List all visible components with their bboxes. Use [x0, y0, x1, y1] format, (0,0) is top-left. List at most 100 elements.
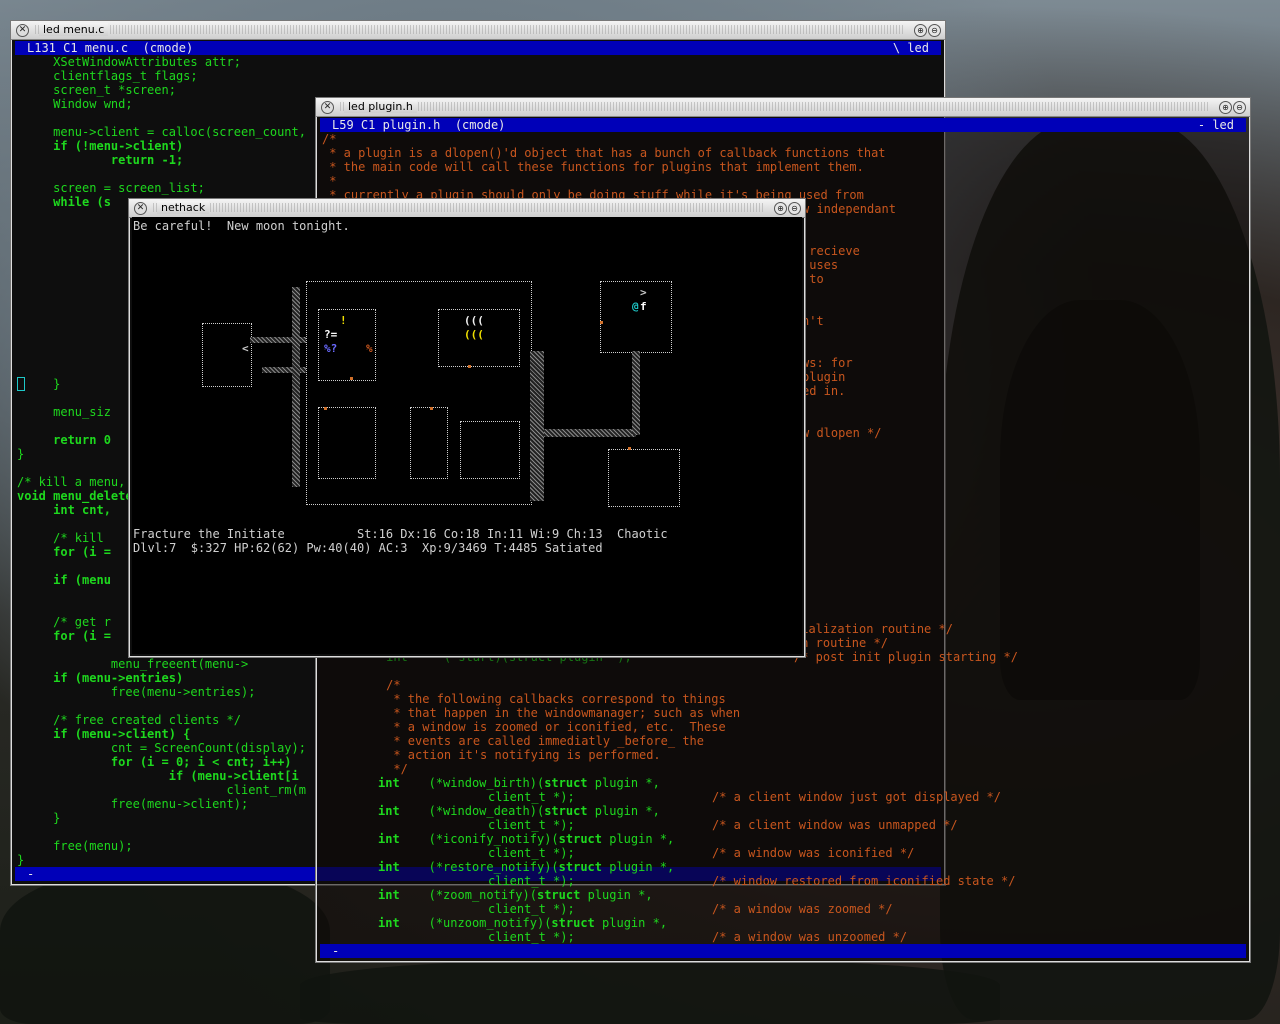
- code-line: /*: [322, 132, 337, 146]
- door: [324, 407, 327, 410]
- keyword-int: int: [378, 832, 400, 846]
- room: [460, 421, 520, 479]
- keyword-struct: struct: [558, 860, 602, 874]
- code-line: th routine */: [794, 636, 888, 650]
- keyword-int: int: [378, 860, 400, 874]
- code-line: if (!menu->client): [17, 139, 184, 153]
- code-line: ws: for: [802, 356, 853, 370]
- callback-name: (*window_birth)(: [428, 776, 545, 790]
- code-line: * events are called immediatly _before_ …: [350, 734, 705, 748]
- room: [202, 323, 252, 387]
- door: [430, 407, 433, 410]
- keyword-struct: struct: [544, 804, 588, 818]
- callback-decl: int (*iconify_notify)(struct plugin *,: [378, 832, 674, 846]
- code-line: if (menu->entries): [17, 671, 184, 685]
- code-line: /*: [350, 678, 401, 692]
- door: [350, 377, 353, 380]
- keyword-struct: struct: [551, 916, 595, 930]
- code-line: ed in.: [802, 384, 846, 398]
- zoom-icon[interactable]: ⊕: [774, 202, 787, 215]
- callback-arg: plugin *,: [587, 888, 653, 902]
- callback-decl: int (*unzoom_notify)(struct plugin *,: [378, 916, 667, 930]
- game-screen[interactable]: Be careful! New moon tonight. ! ?= %? % …: [132, 217, 802, 654]
- window-titlebar[interactable]: ✕ led menu.c ⊕ ⊖: [11, 21, 945, 40]
- code-line: XSetWindowAttributes attr;: [17, 55, 241, 69]
- close-icon[interactable]: ✕: [321, 101, 334, 114]
- iconify-icon[interactable]: ⊖: [1233, 101, 1246, 114]
- code-line: clientflags_t flags;: [17, 69, 198, 83]
- titlebar-grip: [35, 25, 905, 34]
- window-title: led plugin.h: [344, 100, 417, 113]
- code-callback-comment: /* * the following callbacks correspond …: [350, 678, 740, 776]
- callback-name: (*window_death)(: [428, 804, 545, 818]
- item-weapons: (((: [464, 314, 484, 327]
- status-app: - led: [1197, 118, 1234, 132]
- item-potion: !: [340, 314, 347, 327]
- keyword-struct: struct: [544, 776, 588, 790]
- door: [628, 447, 631, 450]
- titlebar-grip: [153, 203, 765, 212]
- keyword-struct: struct: [536, 888, 581, 902]
- code-line: }: [17, 853, 25, 867]
- bottom-indicator: -: [27, 867, 35, 881]
- code-line: for (i = 0; i < cnt; i++): [17, 755, 292, 769]
- callback-arg: plugin *,: [609, 860, 675, 874]
- code-line: client_rm(m: [17, 783, 306, 797]
- zoom-icon[interactable]: ⊕: [1219, 101, 1232, 114]
- window-titlebar[interactable]: ✕ led plugin.h ⊕ ⊖: [316, 98, 1250, 117]
- status-position: L131 C1 menu.c (cmode): [27, 41, 194, 55]
- close-icon[interactable]: ✕: [16, 24, 29, 37]
- code-line: cnt = ScreenCount(display);: [17, 741, 306, 755]
- zoom-icon[interactable]: ⊕: [914, 24, 927, 37]
- window-title: nethack: [157, 201, 210, 214]
- code-line: n't: [802, 314, 824, 328]
- door: [600, 321, 603, 324]
- item-scroll: ?=: [324, 328, 338, 341]
- callback-comment: /* a client window was unmapped */: [712, 818, 958, 832]
- keyword-int: int: [378, 888, 400, 902]
- keyword-int: int: [378, 776, 400, 790]
- code-line: */: [350, 762, 408, 776]
- code-line: if (menu->client) {: [17, 727, 191, 741]
- nethack-window[interactable]: ✕ nethack ⊕ ⊖ Be careful! New moon tonig…: [128, 198, 806, 658]
- pet-kitten: f: [640, 300, 647, 313]
- corridor: [530, 351, 544, 501]
- code-line: * a window is zoomed or iconified, etc. …: [350, 720, 726, 734]
- code-area[interactable]: XSetWindowAttributes attr; clientflags_t…: [17, 55, 306, 209]
- code-line: free(menu);: [17, 839, 133, 853]
- code-line: screen = screen_list;: [17, 181, 205, 195]
- code-line: /* post init plugin starting */: [794, 650, 1018, 664]
- keyword-struct: struct: [558, 832, 602, 846]
- callback-name: (*unzoom_notify)(: [428, 916, 552, 930]
- corridor: [544, 429, 636, 437]
- callback-arg: plugin *,: [602, 916, 668, 930]
- code-line: plugin: [802, 370, 846, 384]
- status-line-1: Fracture the Initiate St:16 Dx:16 Co:18 …: [133, 527, 668, 541]
- iconify-icon[interactable]: ⊖: [788, 202, 801, 215]
- editor-status-bar: L59 C1 plugin.h (cmode) - led: [320, 118, 1246, 132]
- code-line: w independant: [802, 202, 896, 216]
- close-icon[interactable]: ✕: [134, 202, 147, 215]
- corridor: [632, 351, 640, 435]
- code-line: /* free created clients */: [17, 713, 241, 727]
- window-titlebar[interactable]: ✕ nethack ⊕ ⊖: [129, 199, 805, 218]
- code-line: w dlopen */: [802, 426, 882, 440]
- iconify-icon[interactable]: ⊖: [928, 24, 941, 37]
- code-line: free(menu->client);: [17, 797, 249, 811]
- code-line: screen_t *screen;: [17, 83, 176, 97]
- room: [318, 407, 376, 479]
- code-header-comment[interactable]: /* * a plugin is a dlopen()'d object tha…: [322, 132, 886, 202]
- callback-arg2: client_t *);: [488, 818, 575, 832]
